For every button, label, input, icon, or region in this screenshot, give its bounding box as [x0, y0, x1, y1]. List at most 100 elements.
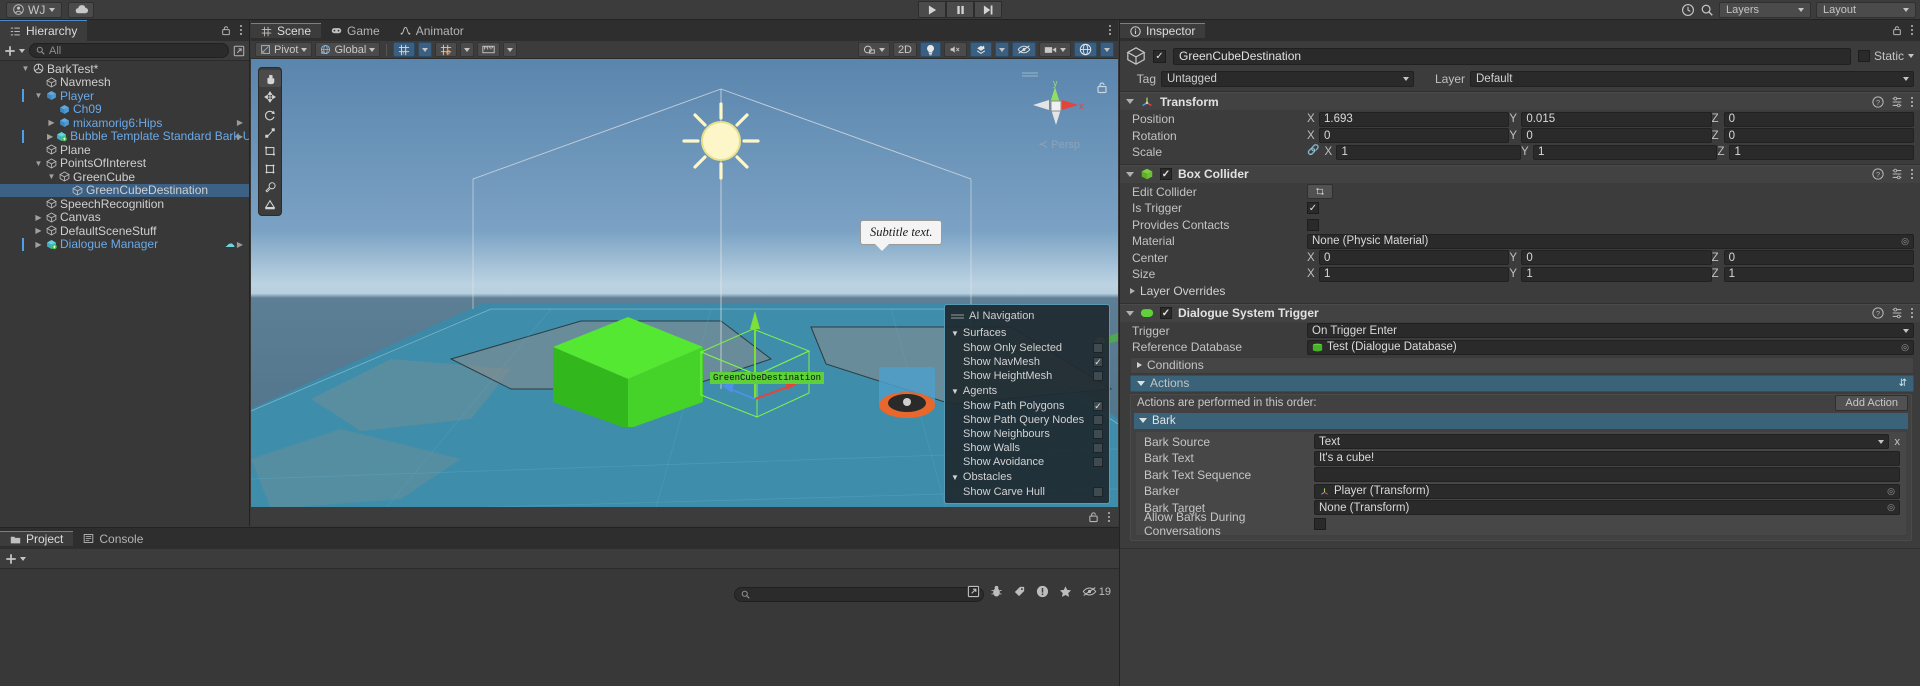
search-icon[interactable] — [1700, 3, 1714, 17]
static-toggle[interactable]: Static — [1857, 49, 1914, 63]
lock-icon[interactable] — [1892, 25, 1902, 36]
scale-z-field[interactable]: Z1 — [1717, 144, 1914, 160]
ai-nav-item-show-path-polygons[interactable]: Show Path Polygons ✓ — [945, 399, 1109, 413]
position-z-value[interactable]: 0 — [1723, 111, 1914, 127]
layers-dropdown[interactable]: Layers — [1719, 1, 1811, 18]
size-y-value[interactable]: 1 — [1521, 266, 1712, 282]
perspective-label[interactable]: ≺ Persp — [1038, 137, 1080, 151]
bark-field-bark-target-object-field[interactable]: None (Transform) ◎ — [1314, 500, 1900, 516]
rotation-z-field[interactable]: Z0 — [1712, 128, 1914, 144]
cloud-button[interactable] — [68, 1, 95, 18]
help-icon[interactable]: ? — [1872, 168, 1884, 180]
kebab-menu-icon[interactable] — [239, 24, 243, 36]
ai-nav-item-show-walls[interactable]: Show Walls — [945, 441, 1109, 455]
position-x-value[interactable]: 1.693 — [1319, 111, 1510, 127]
pivot-dropdown[interactable]: Pivot — [255, 42, 313, 57]
chevron-down-icon[interactable]: ▼ — [47, 172, 56, 181]
kebab-menu-icon[interactable] — [1910, 96, 1914, 108]
tab-project[interactable]: Project — [0, 531, 74, 546]
size-x-field[interactable]: X1 — [1307, 266, 1510, 282]
position-y-field[interactable]: Y 0.015 — [1509, 111, 1712, 127]
project-content-area[interactable]: 19 — [0, 569, 1119, 686]
open-external-icon[interactable] — [233, 45, 245, 57]
bark-field-bark-text-input[interactable]: It's a cube! — [1314, 450, 1900, 466]
bug-icon[interactable] — [990, 585, 1003, 598]
ruler-dropdown[interactable] — [503, 42, 518, 57]
dialogue-trigger-header[interactable]: ✓ Dialogue System Trigger ? — [1120, 303, 1920, 322]
hierarchy-item-pointsofinterest[interactable]: ▼ PointsOfInterest — [0, 156, 249, 170]
kebab-menu-icon[interactable] — [1910, 168, 1914, 180]
ai-nav-item-checkbox[interactable]: ✓ — [1093, 357, 1103, 367]
actions-reorder-icon[interactable]: ⇵ — [1899, 378, 1907, 389]
kebab-menu-icon[interactable] — [1108, 24, 1112, 36]
chevron-down-icon[interactable] — [1126, 310, 1134, 316]
transform-tool-button[interactable] — [259, 160, 281, 177]
center-z-field[interactable]: Z0 — [1712, 250, 1914, 266]
center-y-field[interactable]: Y0 — [1509, 250, 1712, 266]
rotation-y-field[interactable]: Y0 — [1509, 128, 1712, 144]
scene-orientation-gizmo[interactable]: y x — [1026, 77, 1086, 135]
chevron-down-icon[interactable] — [1126, 99, 1134, 104]
object-enabled-checkbox[interactable]: ✓ — [1153, 49, 1166, 63]
scale-x-field[interactable]: X1 — [1324, 144, 1521, 160]
preset-icon[interactable] — [1891, 307, 1903, 319]
tab-inspector[interactable]: Inspector — [1120, 23, 1206, 38]
gizmo-drag-handle[interactable] — [1020, 71, 1040, 77]
actions-foldout[interactable]: Actions ⇵ — [1130, 374, 1914, 392]
position-z-field[interactable]: Z0 — [1712, 111, 1914, 127]
size-y-field[interactable]: Y1 — [1509, 266, 1712, 282]
dialogue-trigger-enabled-checkbox[interactable]: ✓ — [1160, 307, 1172, 319]
static-checkbox[interactable] — [1857, 50, 1870, 62]
object-picker-icon[interactable]: ◎ — [1887, 486, 1895, 497]
chevron-right-icon[interactable]: ▶ — [47, 118, 56, 127]
ai-nav-item-checkbox[interactable] — [1093, 443, 1103, 453]
hierarchy-item-mixamorig6-hips[interactable]: ▶ mixamorig6:Hips ▶ — [0, 116, 249, 130]
speech-recognition-gizmo[interactable] — [877, 365, 937, 423]
tag-dropdown[interactable]: Untagged — [1161, 71, 1414, 87]
layout-dropdown[interactable]: Layout — [1816, 1, 1916, 18]
scale-y-field[interactable]: Y1 — [1521, 144, 1718, 160]
bark-field-allow-barks-during-conversations-checkbox[interactable] — [1314, 518, 1326, 531]
preset-icon[interactable] — [1891, 96, 1903, 108]
chevron-down-icon[interactable] — [1126, 171, 1134, 177]
ai-nav-item-show-avoidance[interactable]: Show Avoidance — [945, 455, 1109, 469]
add-action-button[interactable]: Add Action — [1835, 395, 1908, 411]
lock-icon[interactable] — [1088, 511, 1099, 523]
bark-action-header[interactable]: Bark — [1134, 412, 1908, 429]
constrain-proportions-icon[interactable]: 🔗 — [1307, 145, 1319, 160]
provides-contacts-checkbox[interactable] — [1307, 218, 1319, 231]
pause-button[interactable] — [946, 1, 974, 18]
ai-nav-item-checkbox[interactable] — [1093, 415, 1103, 425]
ai-nav-item-show-navmesh[interactable]: Show NavMesh ✓ — [945, 355, 1109, 369]
rect-tool-button[interactable] — [259, 142, 281, 159]
project-add-button[interactable] — [5, 553, 26, 565]
ai-nav-item-show-path-query-nodes[interactable]: Show Path Query Nodes — [945, 413, 1109, 427]
tab-animator[interactable]: Animator — [389, 23, 474, 38]
snap-increment-toggle[interactable] — [435, 42, 458, 57]
shading-mode-dropdown[interactable] — [857, 42, 890, 57]
layer-overrides-foldout[interactable]: Layer Overrides — [1120, 283, 1920, 300]
hierarchy-item-canvas[interactable]: ▶ Canvas — [0, 210, 249, 224]
add-object-button[interactable] — [4, 45, 25, 57]
collider-tool-button[interactable] — [259, 196, 281, 213]
edit-collider-button[interactable] — [1307, 184, 1333, 200]
ai-nav-group-surfaces[interactable]: ▼ Surfaces — [945, 325, 1109, 341]
rotation-x-field[interactable]: X0 — [1307, 128, 1510, 144]
hidden-objects-toggle[interactable] — [1012, 42, 1036, 57]
rotation-z-value[interactable]: 0 — [1723, 128, 1914, 144]
gizmos-toggle[interactable] — [1074, 42, 1097, 57]
object-picker-icon[interactable]: ◎ — [1901, 236, 1909, 247]
bark-field-barker-object-field[interactable]: Player (Transform) ◎ — [1314, 483, 1900, 499]
hierarchy-item-navmesh[interactable]: Navmesh — [0, 75, 249, 89]
ai-nav-group-agents[interactable]: ▼ Agents — [945, 383, 1109, 399]
move-gizmo[interactable] — [721, 299, 801, 414]
move-tool-button[interactable] — [259, 88, 281, 105]
effects-dropdown[interactable] — [995, 42, 1009, 57]
chevron-right-icon[interactable]: ▶ — [34, 240, 43, 249]
ai-nav-item-checkbox[interactable] — [1093, 457, 1103, 467]
ai-nav-item-show-only-selected[interactable]: Show Only Selected — [945, 341, 1109, 355]
chevron-right-icon[interactable]: ▶ — [237, 240, 243, 249]
scale-y-value[interactable]: 1 — [1532, 144, 1718, 160]
gizmos-dropdown[interactable] — [1100, 42, 1114, 57]
is-trigger-checkbox[interactable]: ✓ — [1307, 202, 1319, 215]
